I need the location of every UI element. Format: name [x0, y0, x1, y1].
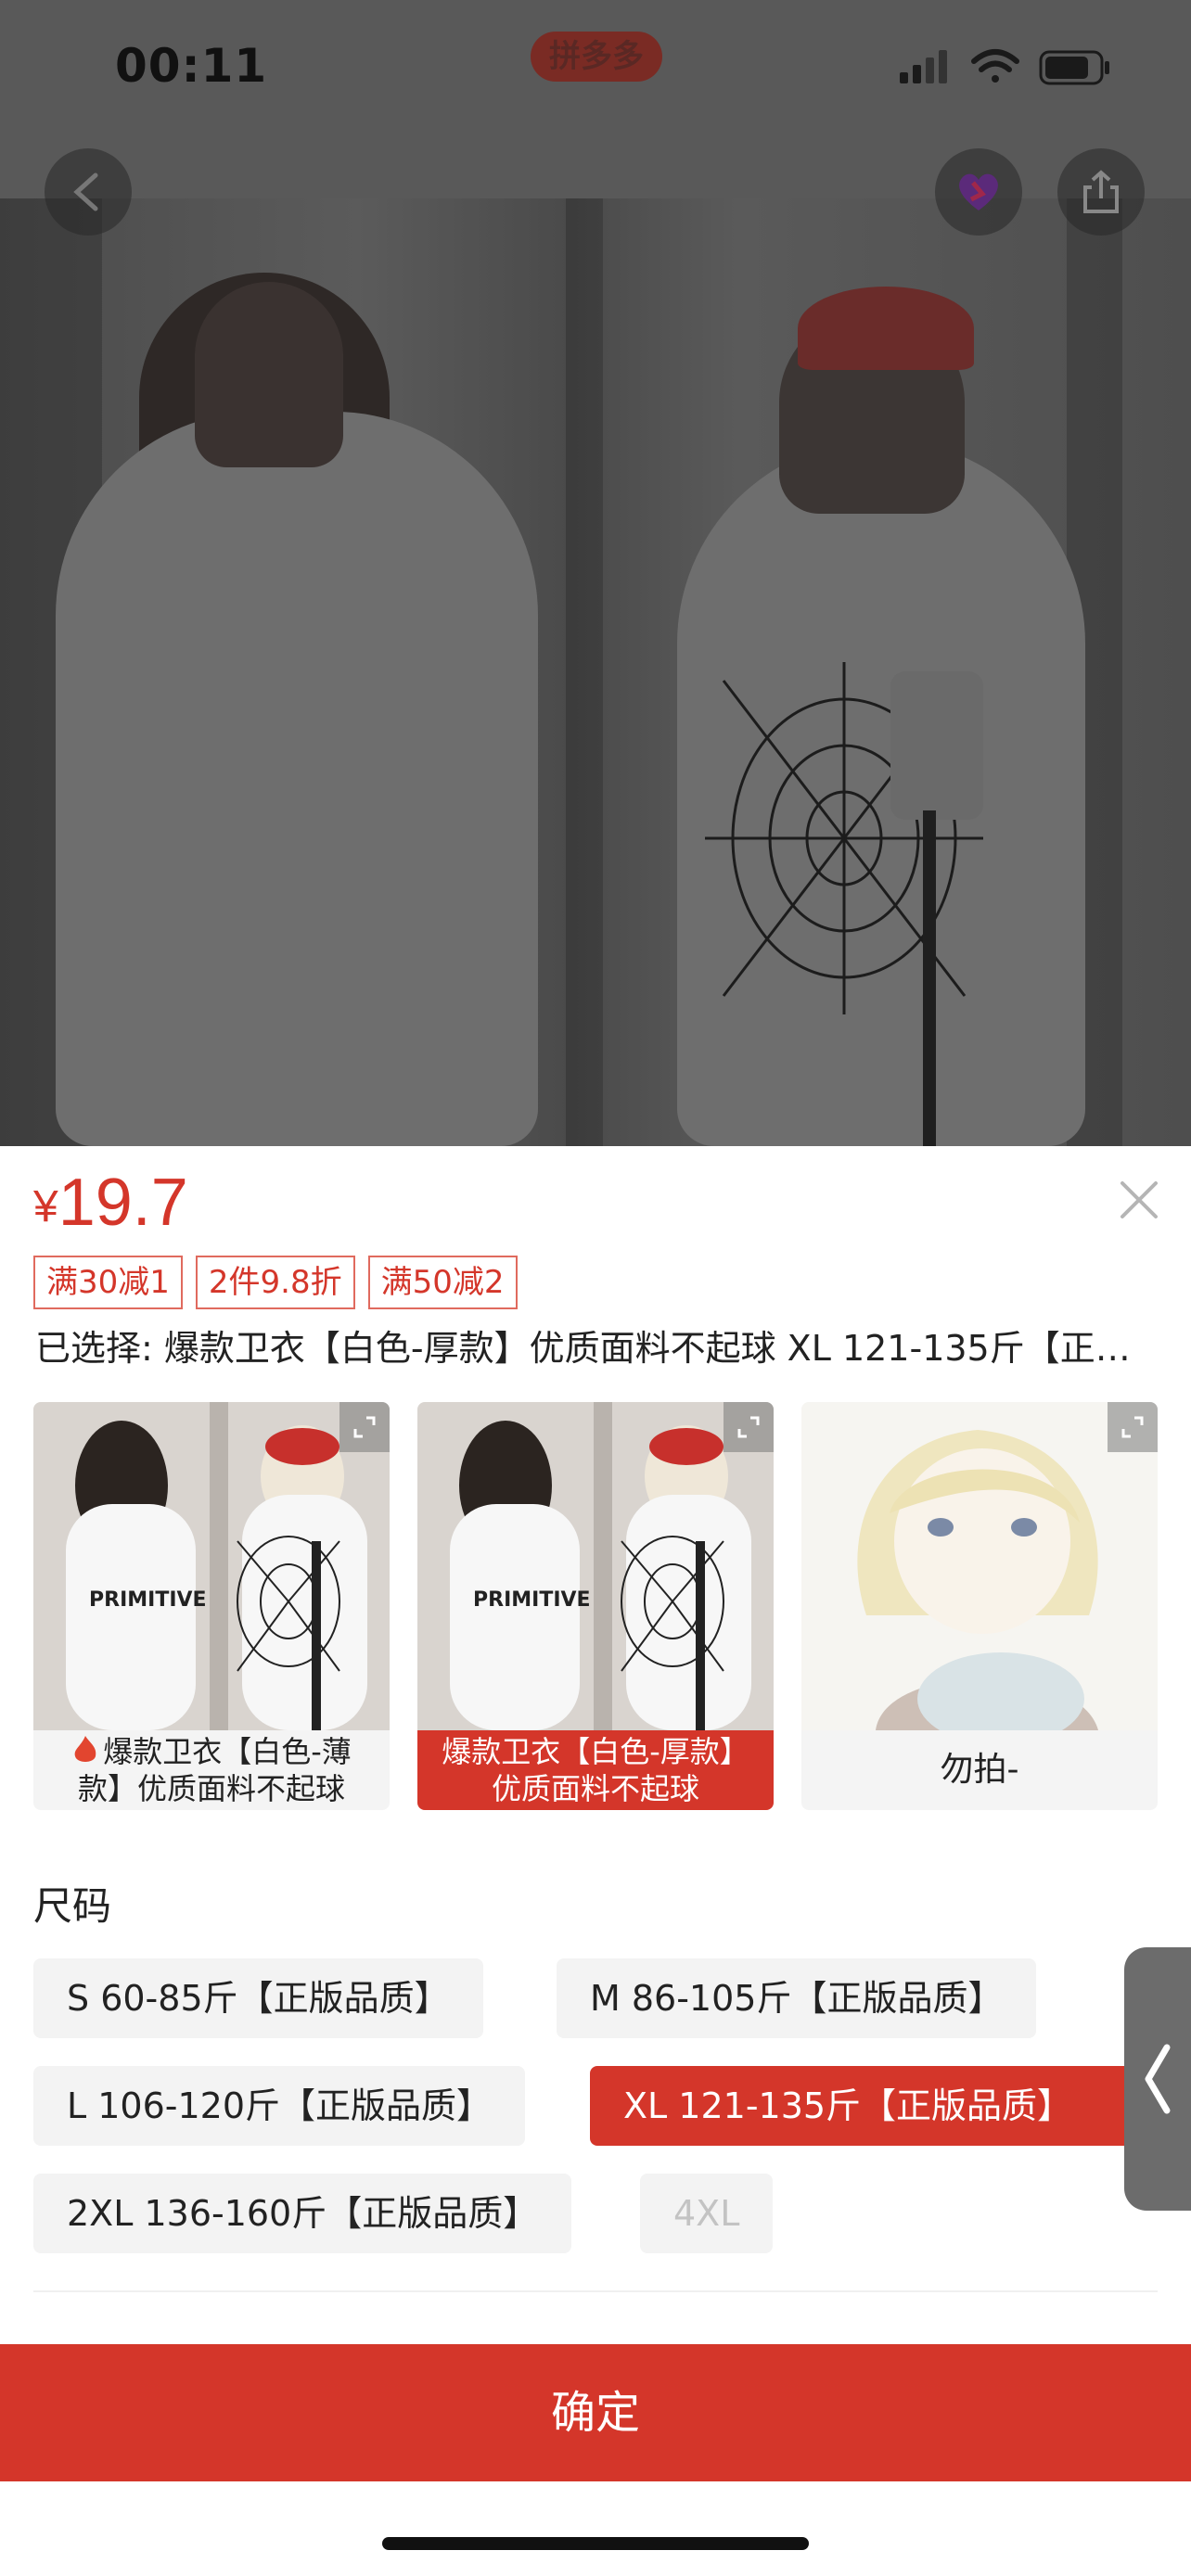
favorite-icon — [959, 173, 998, 210]
battery-icon — [1039, 50, 1109, 85]
favorite-button[interactable] — [935, 148, 1022, 236]
price-value: 19.7 — [58, 1166, 188, 1240]
svg-text:PRIMITIVE: PRIMITIVE — [89, 1588, 207, 1612]
close-icon[interactable] — [1113, 1174, 1165, 1226]
size-option-4xl[interactable]: 4XL — [640, 2174, 774, 2253]
app-badge: 拼多多 — [531, 32, 662, 82]
coupon-tag: 2件9.8折 — [195, 1256, 355, 1309]
expand-icon — [353, 1416, 376, 1438]
expand-icon — [737, 1416, 760, 1438]
coupon-tag: 满30减1 — [33, 1256, 183, 1309]
chevron-left-icon — [1145, 2044, 1171, 2114]
variant-option[interactable]: 勿拍- — [801, 1402, 1158, 1810]
variant-thumbnail: PRIMITIVE — [33, 1402, 390, 1730]
variant-thumbnail: PRIMITIVE — [417, 1402, 774, 1730]
variant-option[interactable]: PRIMITIVE 爆款卫衣【白色-薄款】优质面料不起球 — [33, 1402, 390, 1810]
variant-label: 爆款卫衣【白色-厚款】优质面料不起球 — [417, 1730, 774, 1810]
size-section-title: 尺码 — [33, 1883, 112, 1929]
size-option-xl[interactable]: XL 121-135斤【正版品质】 — [590, 2066, 1174, 2146]
share-button[interactable] — [1057, 148, 1145, 236]
status-time: 00:11 — [115, 39, 268, 93]
product-photo-overlay[interactable]: 00:11 拼多多 — [0, 0, 1191, 1146]
variant-thumbnail — [801, 1402, 1158, 1730]
back-arrow-icon — [73, 172, 98, 211]
expand-button[interactable] — [724, 1402, 774, 1452]
variant-label: 爆款卫衣【白色-薄款】优质面料不起球 — [33, 1730, 390, 1810]
home-indicator — [382, 2537, 809, 2550]
product-photo — [0, 198, 1191, 1146]
status-icons — [900, 49, 1109, 85]
variant-label: 勿拍- — [940, 1751, 1019, 1789]
confirm-button[interactable]: 确定 — [0, 2344, 1191, 2481]
selected-summary: 已选择: 爆款卫衣【白色-厚款】优质面料不起球 XL 121-135斤【正版品质… — [35, 1328, 1158, 1369]
side-drawer-handle[interactable] — [1124, 1947, 1191, 2211]
back-button[interactable] — [45, 148, 132, 236]
variant-option-selected[interactable]: PRIMITIVE 爆款卫衣【白色-厚款】优质面料不起球 — [417, 1402, 774, 1810]
divider — [33, 2290, 1158, 2292]
coupon-tag: 满50减2 — [367, 1256, 518, 1309]
share-icon — [1083, 170, 1119, 213]
size-option-s[interactable]: S 60-85斤【正版品质】 — [33, 1958, 483, 2038]
flame-icon — [74, 1736, 96, 1762]
size-option-m[interactable]: M 86-105斤【正版品质】 — [557, 1958, 1037, 2038]
wifi-icon — [971, 49, 1019, 83]
svg-text:PRIMITIVE: PRIMITIVE — [473, 1588, 591, 1612]
expand-icon — [1121, 1416, 1144, 1438]
expand-button[interactable] — [339, 1402, 390, 1452]
sku-selector-sheet: ¥19.7 满30减1 2件9.8折 满50减2 已选择: 爆款卫衣【白色-厚款… — [0, 1146, 1191, 2576]
variant-list: PRIMITIVE 爆款卫衣【白色-薄款】优质面料不起球 PRIMITIVE 爆… — [33, 1402, 1158, 1810]
price-currency: ¥ — [33, 1182, 58, 1231]
expand-button[interactable] — [1108, 1402, 1158, 1452]
coupon-row: 满30减1 2件9.8折 满50减2 — [33, 1256, 518, 1309]
size-option-l[interactable]: L 106-120斤【正版品质】 — [33, 2066, 526, 2146]
size-option-2xl[interactable]: 2XL 136-160斤【正版品质】 — [33, 2174, 572, 2253]
price: ¥19.7 — [33, 1165, 188, 1241]
signal-icon — [900, 50, 947, 83]
